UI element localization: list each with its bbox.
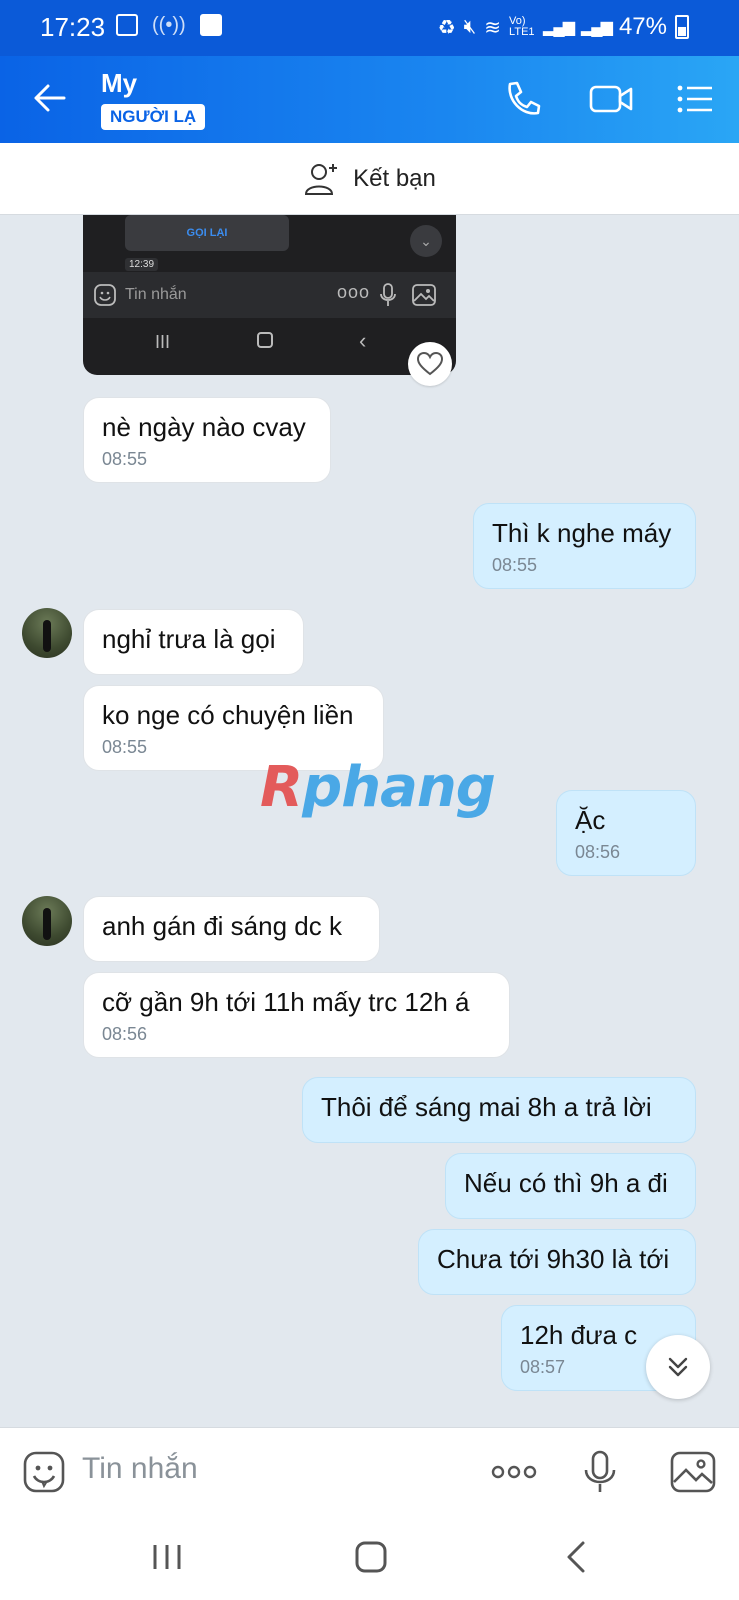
mute-icon: 🔇︎: [463, 15, 477, 38]
status-time: 17:23: [40, 12, 106, 42]
app-header: 17:23 ((•)) ♻ 🔇︎ ≋ Vo) LTE1 ▂▄▆ ▂▄▆ 47% …: [0, 0, 739, 143]
message-bubble[interactable]: nghỉ trưa là gọi: [83, 609, 304, 675]
message-list[interactable]: GỌI LẠI 12:39 ⌄ Tin nhắn ooo III ‹ nè ng…: [0, 215, 739, 1427]
signal-icon-2: ▂▄▆: [581, 19, 613, 36]
back-icon[interactable]: [555, 1535, 599, 1579]
message-text: Ặc: [575, 805, 606, 835]
shared-call-again-button: GỌI LẠI: [125, 215, 289, 251]
network-label: Vo) LTE1: [509, 15, 535, 38]
message-text: ko nge có chuyện liền: [102, 700, 354, 730]
gallery-notification-icon: [116, 14, 138, 36]
battery-percent: 47%: [618, 13, 667, 40]
message-bubble[interactable]: Chưa tới 9h30 là tới: [418, 1229, 696, 1295]
contact-avatar[interactable]: [22, 896, 72, 946]
contact-name[interactable]: My: [101, 68, 137, 99]
scroll-to-bottom-button[interactable]: [646, 1335, 710, 1399]
signal-icon: ▂▄▆: [543, 19, 575, 36]
chat-header: My NGƯỜI LẠ: [0, 56, 739, 143]
add-friend-label: Kết bạn: [353, 164, 436, 192]
microphone-icon[interactable]: [580, 1448, 620, 1496]
stranger-badge: NGƯỜI LẠ: [101, 104, 206, 130]
watermark-logo: Rphang: [260, 755, 496, 820]
message-bubble[interactable]: Ặc 08:56: [556, 790, 696, 876]
wifi-icon: ≋: [484, 16, 502, 39]
message-bubble[interactable]: Thì k nghe máy 08:55: [473, 503, 696, 589]
shared-sticker-icon: [94, 284, 116, 306]
home-icon[interactable]: [349, 1535, 393, 1579]
message-text: cỡ gần 9h tới 11h mấy trc 12h á: [102, 987, 470, 1017]
react-heart-icon[interactable]: [408, 342, 452, 386]
image-gallery-icon[interactable]: [668, 1448, 718, 1496]
battery-icon: [675, 15, 689, 39]
status-bar: 17:23 ((•)) ♻ 🔇︎ ≋ Vo) LTE1 ▂▄▆ ▂▄▆ 47%: [0, 0, 739, 56]
message-time: 08:56: [102, 1024, 148, 1044]
hotspot-icon: ((•)): [152, 14, 186, 36]
message-text: Thì k nghe máy: [492, 518, 672, 548]
shared-input-placeholder: Tin nhắn: [125, 286, 187, 303]
message-bubble[interactable]: cỡ gần 9h tới 11h mấy trc 12h á 08:56: [83, 972, 510, 1058]
message-text: nè ngày nào cvay: [102, 412, 306, 442]
recycle-icon: ♻: [437, 16, 456, 39]
shared-recents-icon: III: [155, 332, 171, 352]
contact-avatar[interactable]: [22, 608, 72, 658]
message-text: anh gán đi sáng dc k: [102, 911, 342, 941]
sticker-emoji-icon[interactable]: [20, 1448, 70, 1496]
message-text: Chưa tới 9h30 là tới: [437, 1244, 670, 1274]
double-chevron-down-icon: [668, 1357, 688, 1377]
add-friend-icon: [305, 163, 338, 195]
message-bubble[interactable]: Thôi để sáng mai 8h a trả lời: [302, 1077, 696, 1143]
message-text: nghỉ trưa là gọi: [102, 624, 276, 654]
add-friend-bar[interactable]: Kết bạn: [0, 143, 739, 215]
message-bubble[interactable]: nè ngày nào cvay 08:55: [83, 397, 331, 483]
video-call-icon[interactable]: [588, 78, 634, 120]
message-time: 08:55: [492, 555, 538, 575]
back-arrow-icon[interactable]: [30, 78, 70, 118]
message-time: 08:56: [575, 842, 621, 862]
menu-list-icon[interactable]: [674, 78, 716, 120]
message-text: Nếu có thì 9h a đi: [464, 1168, 668, 1198]
system-navigation-bar: [0, 1515, 739, 1600]
message-time: 08:55: [102, 449, 148, 469]
checkbox-notification-icon: [199, 14, 222, 36]
shared-image-icon: [412, 284, 436, 306]
phone-icon[interactable]: [502, 78, 544, 120]
shared-input-bar: Tin nhắn ooo: [83, 272, 456, 318]
shared-nav-bar: III ‹: [83, 318, 456, 375]
message-text: Thôi để sáng mai 8h a trả lời: [321, 1092, 652, 1122]
shared-back-icon: ‹: [359, 328, 367, 353]
message-bubble[interactable]: Nếu có thì 9h a đi: [445, 1153, 696, 1219]
message-input-bar: Tin nhắn: [0, 1427, 739, 1515]
message-bubble[interactable]: anh gán đi sáng dc k: [83, 896, 380, 962]
image-message[interactable]: GỌI LẠI 12:39 ⌄ Tin nhắn ooo III ‹: [83, 215, 456, 375]
shared-scroll-down-icon: ⌄: [410, 225, 442, 257]
more-options-icon[interactable]: [488, 1448, 540, 1496]
shared-time-label: 12:39: [125, 258, 159, 271]
message-text: 12h đưa c: [520, 1320, 638, 1350]
shared-more-icon: ooo: [337, 282, 371, 302]
recent-apps-icon[interactable]: [145, 1535, 189, 1579]
message-input[interactable]: Tin nhắn: [82, 1452, 198, 1486]
shared-mic-icon: [380, 283, 396, 306]
shared-home-icon: [257, 332, 273, 348]
